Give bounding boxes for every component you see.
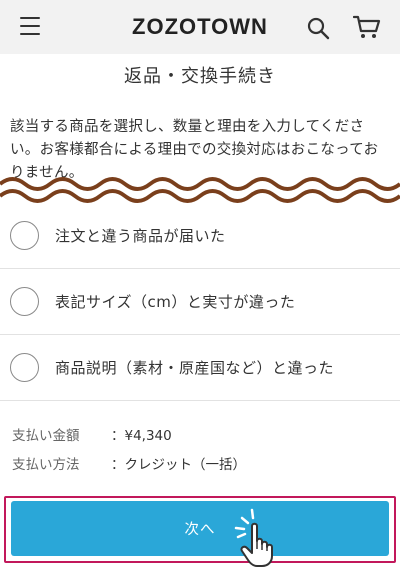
payment-method-label: 支払い方法 (12, 457, 80, 473)
reason-options: 注文と違う商品が届いた 表記サイズ（cm）と実寸が違った 商品説明（素材・原産国… (0, 203, 400, 401)
next-button[interactable]: 次へ (11, 501, 389, 556)
payment-amount-value: ：¥4,340 (111, 428, 172, 444)
payment-summary: 支払い金額 ：¥4,340 支払い方法 ：クレジット（一括） (12, 424, 392, 482)
page-title: 返品・交換手続き (124, 66, 276, 87)
reason-option-wrong-item[interactable]: 注文と違う商品が届いた (0, 203, 400, 269)
reason-label: 商品説明（素材・原産国など）と違った (55, 359, 335, 377)
payment-method-value: ：クレジット（一括） (111, 457, 246, 473)
next-button-label: 次へ (184, 522, 216, 538)
radio-button[interactable] (10, 353, 39, 382)
reason-label: 表記サイズ（cm）と実寸が違った (55, 293, 296, 311)
reason-option-size-mismatch[interactable]: 表記サイズ（cm）と実寸が違った (0, 269, 400, 335)
radio-button[interactable] (10, 287, 39, 316)
payment-amount-label: 支払い金額 (12, 428, 80, 444)
search-icon[interactable] (306, 16, 330, 40)
cart-icon[interactable] (353, 14, 381, 40)
radio-button[interactable] (10, 221, 39, 250)
payment-method-row: 支払い方法 ：クレジット（一括） (12, 453, 392, 482)
pointing-hand-icon (234, 508, 273, 567)
reason-option-description-mismatch[interactable]: 商品説明（素材・原産国など）と違った (0, 335, 400, 401)
app-header: ZOZOTOWN (0, 0, 400, 54)
zozotown-logo[interactable]: ZOZOTOWN (0, 14, 400, 40)
payment-amount-row: 支払い金額 ：¥4,340 (12, 424, 392, 453)
reason-label: 注文と違う商品が届いた (55, 227, 226, 245)
